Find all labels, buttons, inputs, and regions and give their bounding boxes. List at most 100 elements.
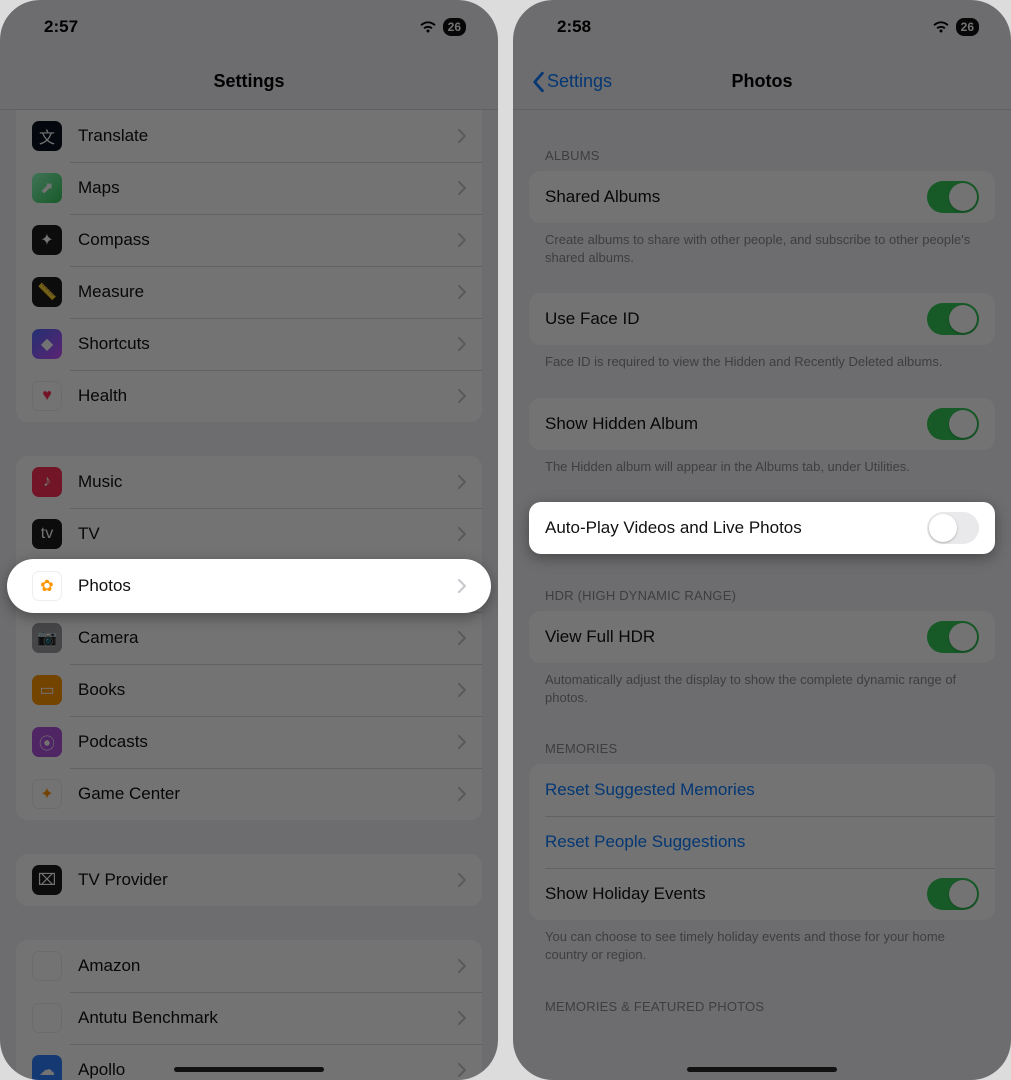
settings-row-measure[interactable]: 📏 Measure xyxy=(16,266,482,318)
row-autoplay[interactable]: Auto-Play Videos and Live Photos xyxy=(529,502,995,554)
toggle-view-full-hdr[interactable] xyxy=(927,621,979,653)
row-view-full-hdr[interactable]: View Full HDR xyxy=(529,611,995,663)
camera-icon: 📷 xyxy=(32,623,62,653)
settings-section: Use Face ID Face ID is required to view t… xyxy=(513,293,1011,371)
chevron-right-icon xyxy=(458,631,466,645)
measure-icon: 📏 xyxy=(32,277,62,307)
row-label: TV Provider xyxy=(78,870,458,890)
home-indicator[interactable] xyxy=(687,1067,837,1072)
row-label: View Full HDR xyxy=(545,627,927,647)
photos-settings-scroll[interactable]: ALBUMSShared AlbumsCreate albums to shar… xyxy=(513,110,1011,1080)
back-button[interactable]: Settings xyxy=(531,71,612,93)
chevron-left-icon xyxy=(531,71,545,93)
toggle-holiday-events[interactable] xyxy=(927,878,979,910)
phone-settings-list: 2:57 26 Settings 文Translate⬈Maps✦Compass… xyxy=(0,0,498,1080)
translate-icon: 文 xyxy=(32,121,62,151)
tvprovider-icon: ⌧ xyxy=(32,865,62,895)
settings-row-amazon[interactable]: ⌣Amazon xyxy=(16,940,482,992)
home-indicator[interactable] xyxy=(174,1067,324,1072)
row-label: Use Face ID xyxy=(545,309,927,329)
row-label: Auto-Play Videos and Live Photos xyxy=(545,518,927,538)
row-label: Health xyxy=(78,386,458,406)
row-shared-albums[interactable]: Shared Albums xyxy=(529,171,995,223)
gamecenter-icon: ✦ xyxy=(32,779,62,809)
settings-row-translate[interactable]: 文Translate xyxy=(16,110,482,162)
tv-icon: tv xyxy=(32,519,62,549)
chevron-right-icon xyxy=(458,233,466,247)
section-group: View Full HDR xyxy=(529,611,995,663)
settings-row-maps[interactable]: ⬈ Maps xyxy=(16,162,482,214)
battery-level: 26 xyxy=(956,18,979,36)
chevron-right-icon xyxy=(458,579,466,593)
row-reset-memories[interactable]: Reset Suggested Memories xyxy=(529,764,995,816)
wifi-icon xyxy=(932,20,950,34)
settings-row-music[interactable]: ♪ Music xyxy=(16,456,482,508)
settings-scroll[interactable]: 文Translate ⬈ Maps ✦ Compass 📏 Measure ◆Shortcut… xyxy=(0,110,498,1080)
page-title: Settings xyxy=(213,71,284,92)
toggle-use-faceid[interactable] xyxy=(927,303,979,335)
chevron-right-icon xyxy=(458,735,466,749)
settings-section: Show Hidden Album The Hidden album will a… xyxy=(513,398,1011,476)
nav-bar: Settings Photos xyxy=(513,54,1011,110)
row-label: Maps xyxy=(78,178,458,198)
compass-icon: ✦ xyxy=(32,225,62,255)
amazon-icon: ⌣ xyxy=(32,951,62,981)
settings-row-apollo[interactable]: ☁Apollo xyxy=(16,1044,482,1080)
nav-bar: Settings xyxy=(0,54,498,110)
chevron-right-icon xyxy=(458,285,466,299)
settings-row-health[interactable]: ♥Health xyxy=(16,370,482,422)
chevron-right-icon xyxy=(458,337,466,351)
toggle-show-hidden[interactable] xyxy=(927,408,979,440)
settings-row-compass[interactable]: ✦ Compass xyxy=(16,214,482,266)
chevron-right-icon xyxy=(458,1063,466,1077)
section-footer: Automatically adjust the display to show… xyxy=(513,663,1011,707)
toggle-shared-albums[interactable] xyxy=(927,181,979,213)
settings-row-podcasts[interactable]: ⦿Podcasts xyxy=(16,716,482,768)
row-label: Measure xyxy=(78,282,458,302)
row-use-faceid[interactable]: Use Face ID xyxy=(529,293,995,345)
settings-section: MEMORIES & FEATURED PHOTOS xyxy=(513,991,1011,1022)
chevron-right-icon xyxy=(458,129,466,143)
books-icon: ▭ xyxy=(32,675,62,705)
settings-row-tvprovider[interactable]: ⌧ TV Provider xyxy=(16,854,482,906)
settings-group: 文Translate ⬈ Maps ✦ Compass 📏 Measure ◆Shortcut… xyxy=(16,110,482,422)
section-header: MEMORIES xyxy=(513,733,1011,764)
row-show-hidden[interactable]: Show Hidden Album xyxy=(529,398,995,450)
section-group: Show Hidden Album xyxy=(529,398,995,450)
settings-row-tv[interactable]: tvTV xyxy=(16,508,482,560)
row-label: Show Hidden Album xyxy=(545,414,927,434)
chevron-right-icon xyxy=(458,683,466,697)
chevron-right-icon xyxy=(458,181,466,195)
settings-row-shortcuts[interactable]: ◆Shortcuts xyxy=(16,318,482,370)
row-holiday-events[interactable]: Show Holiday Events xyxy=(529,868,995,920)
section-footer: The Hidden album will appear in the Albu… xyxy=(513,450,1011,476)
settings-row-gamecenter[interactable]: ✦Game Center xyxy=(16,768,482,820)
settings-row-books[interactable]: ▭Books xyxy=(16,664,482,716)
row-label: Photos xyxy=(78,576,458,596)
section-header: HDR (HIGH DYNAMIC RANGE) xyxy=(513,580,1011,611)
row-label: Music xyxy=(78,472,458,492)
apollo-icon: ☁ xyxy=(32,1055,62,1080)
music-icon: ♪ xyxy=(32,467,62,497)
row-label: Show Holiday Events xyxy=(545,884,927,904)
row-label: Shared Albums xyxy=(545,187,927,207)
row-reset-people[interactable]: Reset People Suggestions xyxy=(529,816,995,868)
settings-group: ♪MusictvTV✿Photos📷Camera▭Books⦿Podcasts✦… xyxy=(16,456,482,820)
settings-row-antutu[interactable]: ☻Antutu Benchmark xyxy=(16,992,482,1044)
wifi-icon xyxy=(419,20,437,34)
toggle-autoplay[interactable] xyxy=(927,512,979,544)
settings-section: ALBUMSShared AlbumsCreate albums to shar… xyxy=(513,140,1011,267)
section-footer: You can choose to see timely holiday eve… xyxy=(513,920,1011,964)
status-time: 2:58 xyxy=(557,17,591,37)
section-footer: Face ID is required to view the Hidden a… xyxy=(513,345,1011,371)
row-label: Compass xyxy=(78,230,458,250)
status-icons: 26 xyxy=(419,18,466,36)
battery-level: 26 xyxy=(443,18,466,36)
settings-row-camera[interactable]: 📷Camera xyxy=(16,612,482,664)
settings-group: ⌧ TV Provider xyxy=(16,854,482,906)
section-header: MEMORIES & FEATURED PHOTOS xyxy=(513,991,1011,1022)
maps-icon: ⬈ xyxy=(32,173,62,203)
settings-row-photos[interactable]: ✿ Photos xyxy=(7,559,491,613)
chevron-right-icon xyxy=(458,389,466,403)
photos-icon: ✿ xyxy=(32,571,62,601)
